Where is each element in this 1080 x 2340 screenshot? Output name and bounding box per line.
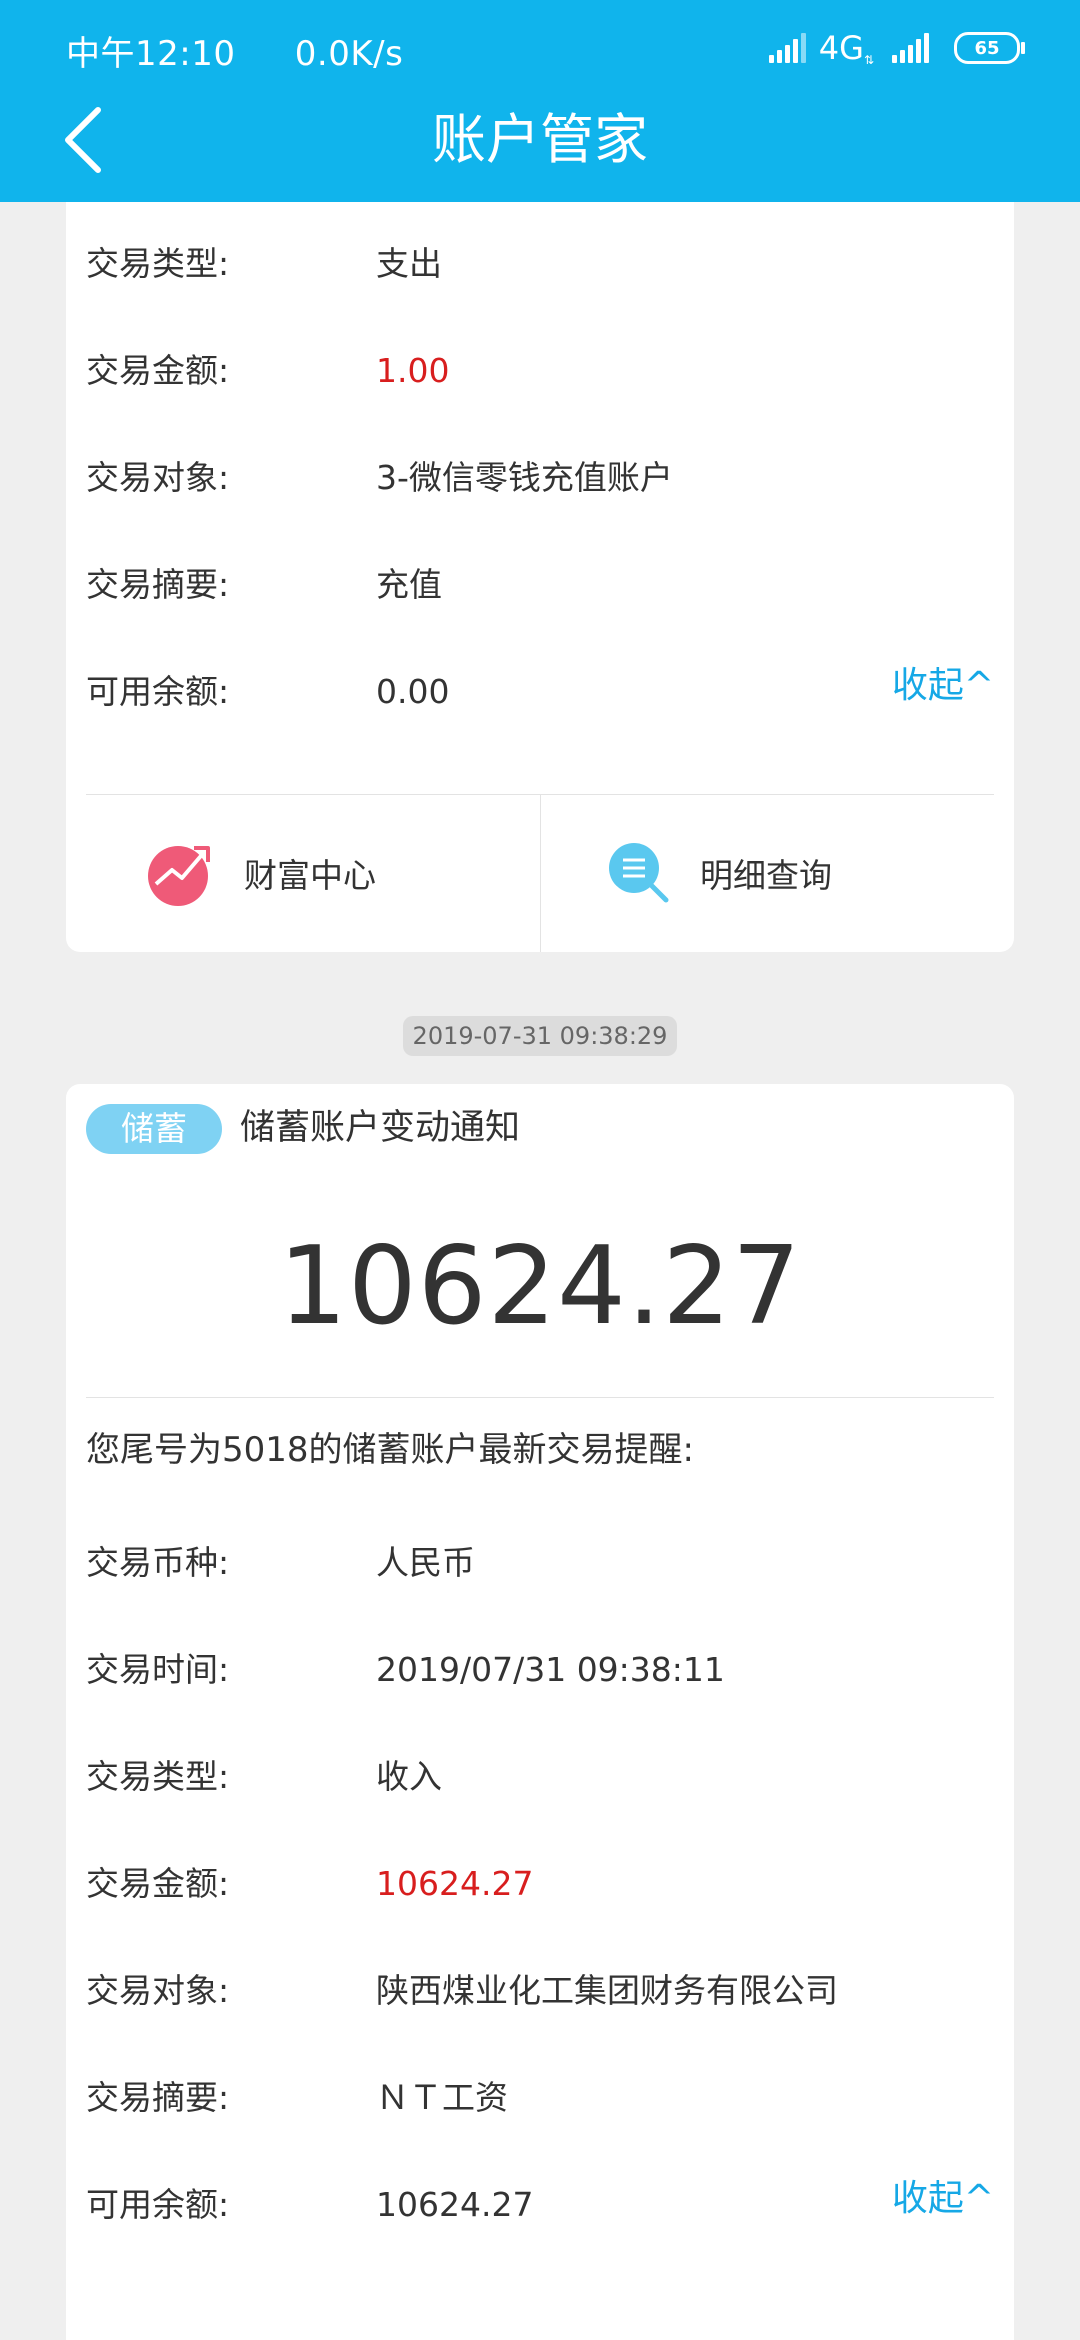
detail-row: 交易金额: 1.00 <box>86 341 994 401</box>
row-value: 人民币 <box>376 1543 475 1582</box>
divider <box>86 1397 994 1398</box>
row-label: 交易币种: <box>86 1543 230 1582</box>
vertical-divider <box>540 794 541 952</box>
detail-search-icon <box>609 843 669 903</box>
detail-row: 交易对象: 3-微信零钱充值账户 <box>86 448 994 508</box>
page-title: 账户管家 <box>432 108 648 171</box>
status-right: 4G⇅ 65 <box>768 28 1025 68</box>
notice-title: 储蓄账户变动通知 <box>240 1108 521 1148</box>
status-time: 中午12:10 <box>66 34 236 74</box>
row-label: 交易类型: <box>86 244 230 283</box>
wealth-trend-icon <box>148 846 210 906</box>
detail-row: 交易摘要: ＮＴ工资 <box>86 2068 994 2128</box>
row-label: 交易对象: <box>86 458 230 497</box>
status-bar: 中午12:10 0.0K/s 4G⇅ 65 <box>0 0 1080 100</box>
signal-icon <box>768 33 809 63</box>
row-value: 陕西煤业化工集团财务有限公司 <box>376 1971 838 2010</box>
wealth-center-button[interactable]: 财富中心 <box>146 794 376 952</box>
battery-icon: 65 <box>954 32 1025 64</box>
quick-actions: 财富中心 明细查询 <box>66 794 1014 952</box>
detail-row: 交易时间: 2019/07/31 09:38:11 <box>86 1640 994 1700</box>
app-header: 中午12:10 0.0K/s 4G⇅ 65 账户管家 <box>0 0 1080 202</box>
row-value: 充值 <box>376 565 442 604</box>
row-value: 3-微信零钱充值账户 <box>376 458 673 497</box>
row-value-amount: 10624.27 <box>376 1864 534 1903</box>
big-amount: 10624.27 <box>278 1224 802 1349</box>
row-label: 交易金额: <box>86 351 230 390</box>
row-value-amount: 1.00 <box>376 351 450 390</box>
detail-row: 可用余额: 0.00 <box>86 662 994 722</box>
transaction-card-1: 交易类型: 支出 交易金额: 1.00 交易对象: 3-微信零钱充值账户 交易摘… <box>66 180 1014 952</box>
row-label: 可用余额: <box>86 672 230 711</box>
row-label: 交易摘要: <box>86 2078 230 2117</box>
row-value: 10624.27 <box>376 2185 534 2224</box>
row-label: 可用余额: <box>86 2185 230 2224</box>
reminder-text: 您尾号为5018的储蓄账户最新交易提醒: <box>86 1430 694 1470</box>
detail-row: 交易币种: 人民币 <box>86 1533 994 1593</box>
signal-icon-2 <box>892 33 932 63</box>
account-type-tag: 储蓄 <box>86 1104 222 1154</box>
row-value: ＮＴ工资 <box>376 2078 508 2117</box>
row-label: 交易金额: <box>86 1864 230 1903</box>
row-value: 2019/07/31 09:38:11 <box>376 1650 725 1689</box>
detail-row: 交易类型: 收入 <box>86 1747 994 1807</box>
status-speed: 0.0K/s <box>294 34 404 74</box>
transaction-card-2: 储蓄 储蓄账户变动通知 10624.27 您尾号为5018的储蓄账户最新交易提醒… <box>66 1084 1014 2340</box>
collapse-button[interactable]: 收起^ <box>892 656 994 716</box>
row-label: 交易摘要: <box>86 565 230 604</box>
detail-row: 交易类型: 支出 <box>86 234 994 294</box>
row-value: 收入 <box>376 1757 442 1796</box>
detail-query-button[interactable]: 明细查询 <box>606 794 832 952</box>
detail-row: 可用余额: 10624.27 <box>86 2175 994 2235</box>
row-label: 交易对象: <box>86 1971 230 2010</box>
network-type: 4G⇅ <box>818 29 874 67</box>
battery-level: 65 <box>974 37 1000 59</box>
message-timestamp: 2019-07-31 09:38:29 <box>403 1016 677 1056</box>
row-value: 0.00 <box>376 672 450 711</box>
detail-query-label: 明细查询 <box>700 856 832 895</box>
row-label: 交易时间: <box>86 1650 230 1689</box>
detail-row: 交易金额: 10624.27 <box>86 1854 994 1914</box>
status-left: 中午12:10 0.0K/s <box>66 26 403 75</box>
wealth-center-label: 财富中心 <box>244 856 376 895</box>
row-value: 支出 <box>376 244 442 283</box>
detail-row: 交易对象: 陕西煤业化工集团财务有限公司 <box>86 1961 994 2021</box>
detail-row: 交易摘要: 充值 <box>86 555 994 615</box>
collapse-button[interactable]: 收起^ <box>892 2169 994 2229</box>
row-label: 交易类型: <box>86 1757 230 1796</box>
